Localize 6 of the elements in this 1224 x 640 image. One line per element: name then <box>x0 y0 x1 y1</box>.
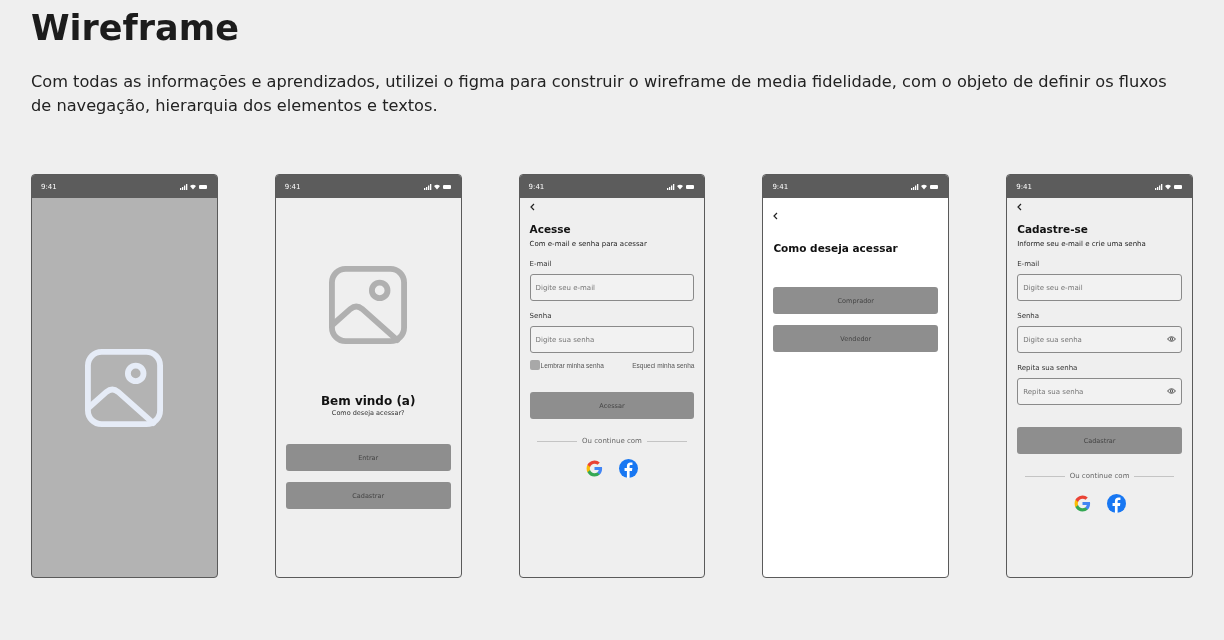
screen-title: Como deseja acessar <box>773 242 899 254</box>
screen-title: Cadastre-se <box>1017 223 1089 235</box>
welcome-title: Bem vindo (a) <box>320 394 416 408</box>
description-paragraph: Com todas as informações e aprendizados, utilizei o figma para construir o wireframe de media fidelidade, com o objeto de definir os fluxos de navegação, hierarquia dos elementos e textos. <box>31 71 1168 117</box>
page-title: Wireframe <box>31 8 240 48</box>
screen-title: Acesse <box>529 223 572 235</box>
